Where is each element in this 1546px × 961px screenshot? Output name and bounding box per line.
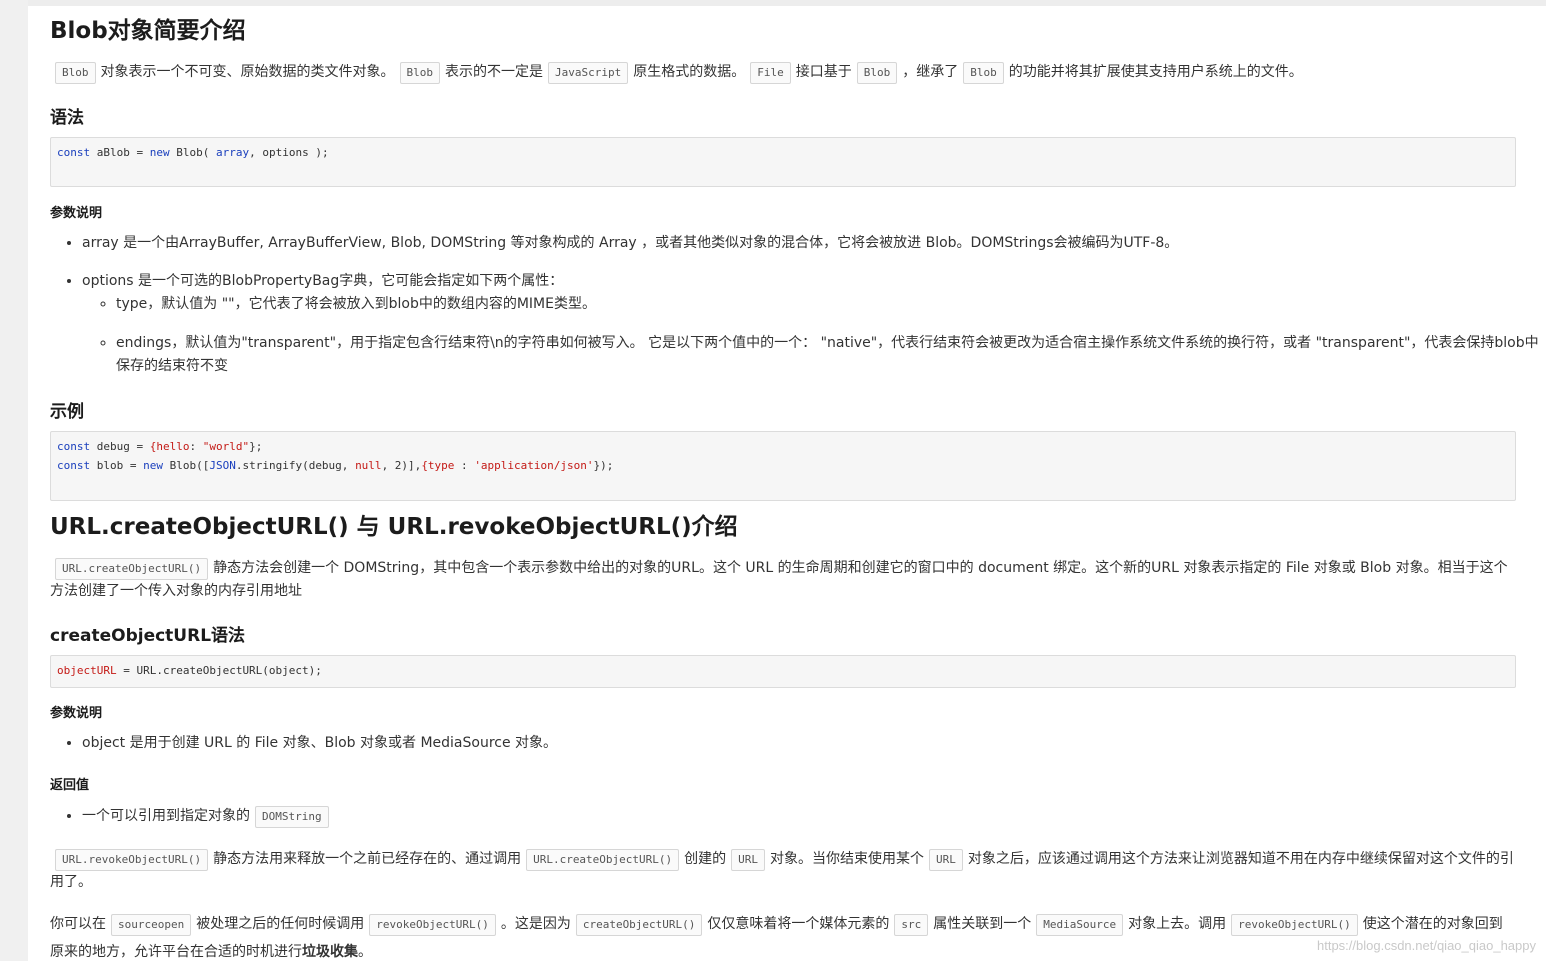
example-heading: 示例	[50, 402, 84, 422]
revoke-paragraph: URL.revokeObjectURL() 静态方法用来释放一个之前已经存在的、通…	[50, 849, 1514, 890]
inline-code: URL.revokeObjectURL()	[55, 849, 209, 871]
params-heading-2: 参数说明	[50, 706, 103, 721]
list-item: options 是一个可选的BlobPropertyBag字典，它可能会指定如下…	[82, 270, 1516, 316]
syntax-heading: 语法	[50, 108, 84, 128]
inline-code: Blob	[399, 62, 440, 84]
list-item: array 是一个由ArrayBuffer, ArrayBufferView, …	[82, 232, 1516, 255]
list-item: object 是用于创建 URL 的 File 对象、Blob 对象或者 Med…	[82, 732, 1516, 755]
inline-code: revokeObjectURL()	[369, 914, 496, 936]
inline-code: Blob	[963, 62, 1004, 84]
list-item: type，默认值为 ""，它代表了将会被放入到blob中的数组内容的MIME类型…	[116, 293, 1516, 316]
list-item: endings，默认值为"transparent"，用于指定包含行结束符\n的字…	[116, 332, 1542, 378]
create-object-url-intro: URL.createObjectURL() 静态方法会创建一个 DOMString…	[50, 558, 1508, 599]
return-list: 一个可以引用到指定对象的DOMString	[50, 805, 1516, 828]
when-paragraph: 你可以在 sourceopen 被处理之后的任何时候调用 revokeObjectUR…	[50, 914, 1503, 960]
inline-code: DOMString	[255, 806, 329, 828]
example-code-block[interactable]: const debug = {hello: "world"}; const bl…	[50, 431, 1516, 501]
syntax-code-block[interactable]: const aBlob = new Blob( array, options )…	[50, 137, 1516, 187]
create-syntax-code-block[interactable]: objectURL = URL.createObjectURL(object);	[50, 655, 1516, 688]
left-gutter	[0, 0, 28, 961]
inline-code: src	[894, 914, 929, 936]
options-sublist-endings: endings，默认值为"transparent"，用于指定包含行结束符\n的字…	[82, 332, 1542, 378]
inline-code: URL	[731, 849, 766, 871]
url-section-title: URL.createObjectURL() 与 URL.revokeObject…	[50, 514, 738, 540]
blob-intro-paragraph: Blob 对象表示一个不可变、原始数据的类文件对象。 Blob 表示的不一定是 Java…	[50, 61, 1516, 84]
garbage-collection-term: 垃圾收集	[302, 944, 358, 960]
create-syntax-heading: createObjectURL语法	[50, 626, 246, 646]
options-sublist: type，默认值为 ""，它代表了将会被放入到blob中的数组内容的MIME类型…	[82, 293, 1516, 316]
inline-code: Blob	[856, 62, 898, 84]
return-heading: 返回值	[50, 778, 90, 793]
list-item: 一个可以引用到指定对象的DOMString	[82, 805, 1516, 828]
inline-code: URL.createObjectURL()	[55, 558, 209, 580]
inline-code: sourceopen	[111, 914, 192, 936]
params-heading: 参数说明	[50, 206, 103, 221]
params-list: array 是一个由ArrayBuffer, ArrayBufferView, …	[50, 232, 1516, 255]
blob-section-title: Blob对象简要介绍	[50, 18, 246, 44]
inline-code: URL	[929, 849, 963, 871]
inline-code: createObjectURL()	[575, 914, 703, 936]
options-list: options 是一个可选的BlobPropertyBag字典，它可能会指定如下…	[50, 270, 1516, 316]
inline-code: URL.createObjectURL()	[526, 849, 680, 871]
article-page: Blob对象简要介绍 Blob 对象表示一个不可变、原始数据的类文件对象。 Blob…	[28, 6, 1546, 961]
inline-code: MediaSource	[1036, 914, 1124, 936]
params-list-2: object 是用于创建 URL 的 File 对象、Blob 对象或者 Med…	[50, 732, 1516, 755]
inline-code: JavaScript	[548, 62, 629, 84]
csdn-watermark: https://blog.csdn.net/qiao_qiao_happy	[1316, 938, 1536, 953]
inline-code: File	[750, 62, 791, 84]
inline-code: Blob	[55, 62, 96, 84]
inline-code: revokeObjectURL()	[1231, 914, 1358, 936]
